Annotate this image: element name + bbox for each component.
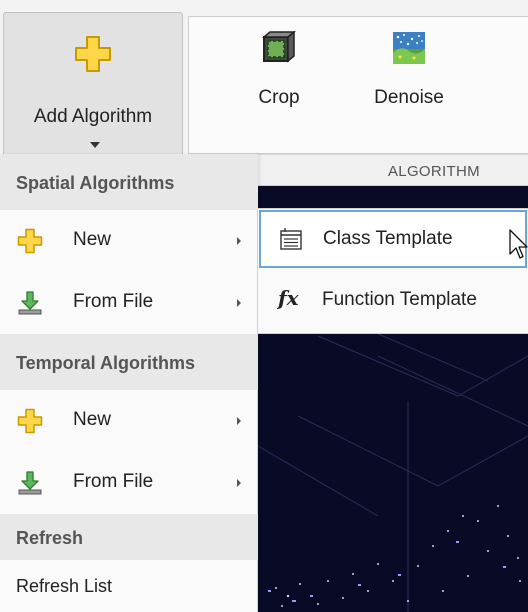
spatial-algorithms-label: Spatial Algorithms	[16, 173, 175, 193]
chevron-right-icon	[237, 417, 241, 425]
refresh-label: Refresh	[16, 528, 84, 548]
mouse-cursor-icon	[509, 229, 528, 259]
spatial-algorithms-header: Spatial Algorithms	[0, 154, 258, 210]
refresh-list-label: Refresh List	[16, 576, 113, 596]
plus-icon	[75, 36, 111, 72]
temporal-algorithms-label: Temporal Algorithms	[16, 353, 196, 373]
plus-icon	[17, 228, 43, 254]
temporal-from-file-label: From File	[73, 471, 154, 492]
chevron-right-icon	[237, 237, 241, 245]
algorithm-gallery: Crop Denoise	[188, 16, 528, 154]
crop-icon	[262, 31, 296, 63]
temporal-from-file-item[interactable]: From File	[0, 452, 258, 514]
denoise-icon	[393, 32, 425, 64]
spatial-from-file-item[interactable]: From File	[0, 272, 258, 334]
chevron-down-icon	[90, 142, 100, 148]
refresh-header: Refresh	[0, 514, 258, 560]
temporal-new-label: New	[73, 409, 112, 430]
spatial-from-file-label: From File	[73, 291, 154, 312]
function-template-label: Function Template	[322, 289, 477, 310]
add-algorithm-label: Add Algorithm	[33, 106, 153, 127]
import-icon	[18, 291, 42, 315]
crop-label: Crop	[258, 87, 300, 108]
chevron-right-icon	[237, 299, 241, 307]
chevron-right-icon	[237, 479, 241, 487]
class-template-icon	[280, 228, 302, 250]
spatial-new-label: New	[73, 229, 112, 250]
class-template-label: Class Template	[323, 228, 453, 249]
add-algorithm-button[interactable]: Add Algorithm	[3, 12, 183, 156]
spatial-new-item[interactable]: New	[0, 210, 258, 272]
import-icon	[18, 471, 42, 495]
crop-button[interactable]: Crop	[229, 17, 329, 155]
temporal-new-item[interactable]: New	[0, 390, 258, 452]
temporal-algorithms-header: Temporal Algorithms	[0, 334, 258, 390]
refresh-list-item[interactable]: Refresh List	[0, 560, 258, 612]
class-template-item[interactable]: Class Template	[259, 210, 527, 268]
function-icon: fx	[278, 286, 299, 310]
denoise-label: Denoise	[374, 87, 444, 108]
plus-icon	[17, 408, 43, 434]
new-algorithm-submenu: Class Template fx Function Template	[258, 208, 528, 334]
add-algorithm-menu: Spatial Algorithms New From File Tempora…	[0, 154, 258, 612]
function-template-item[interactable]: fx Function Template	[258, 271, 528, 333]
denoise-button[interactable]: Denoise	[359, 17, 459, 155]
algorithm-group-label: ALGORITHM	[388, 163, 480, 180]
